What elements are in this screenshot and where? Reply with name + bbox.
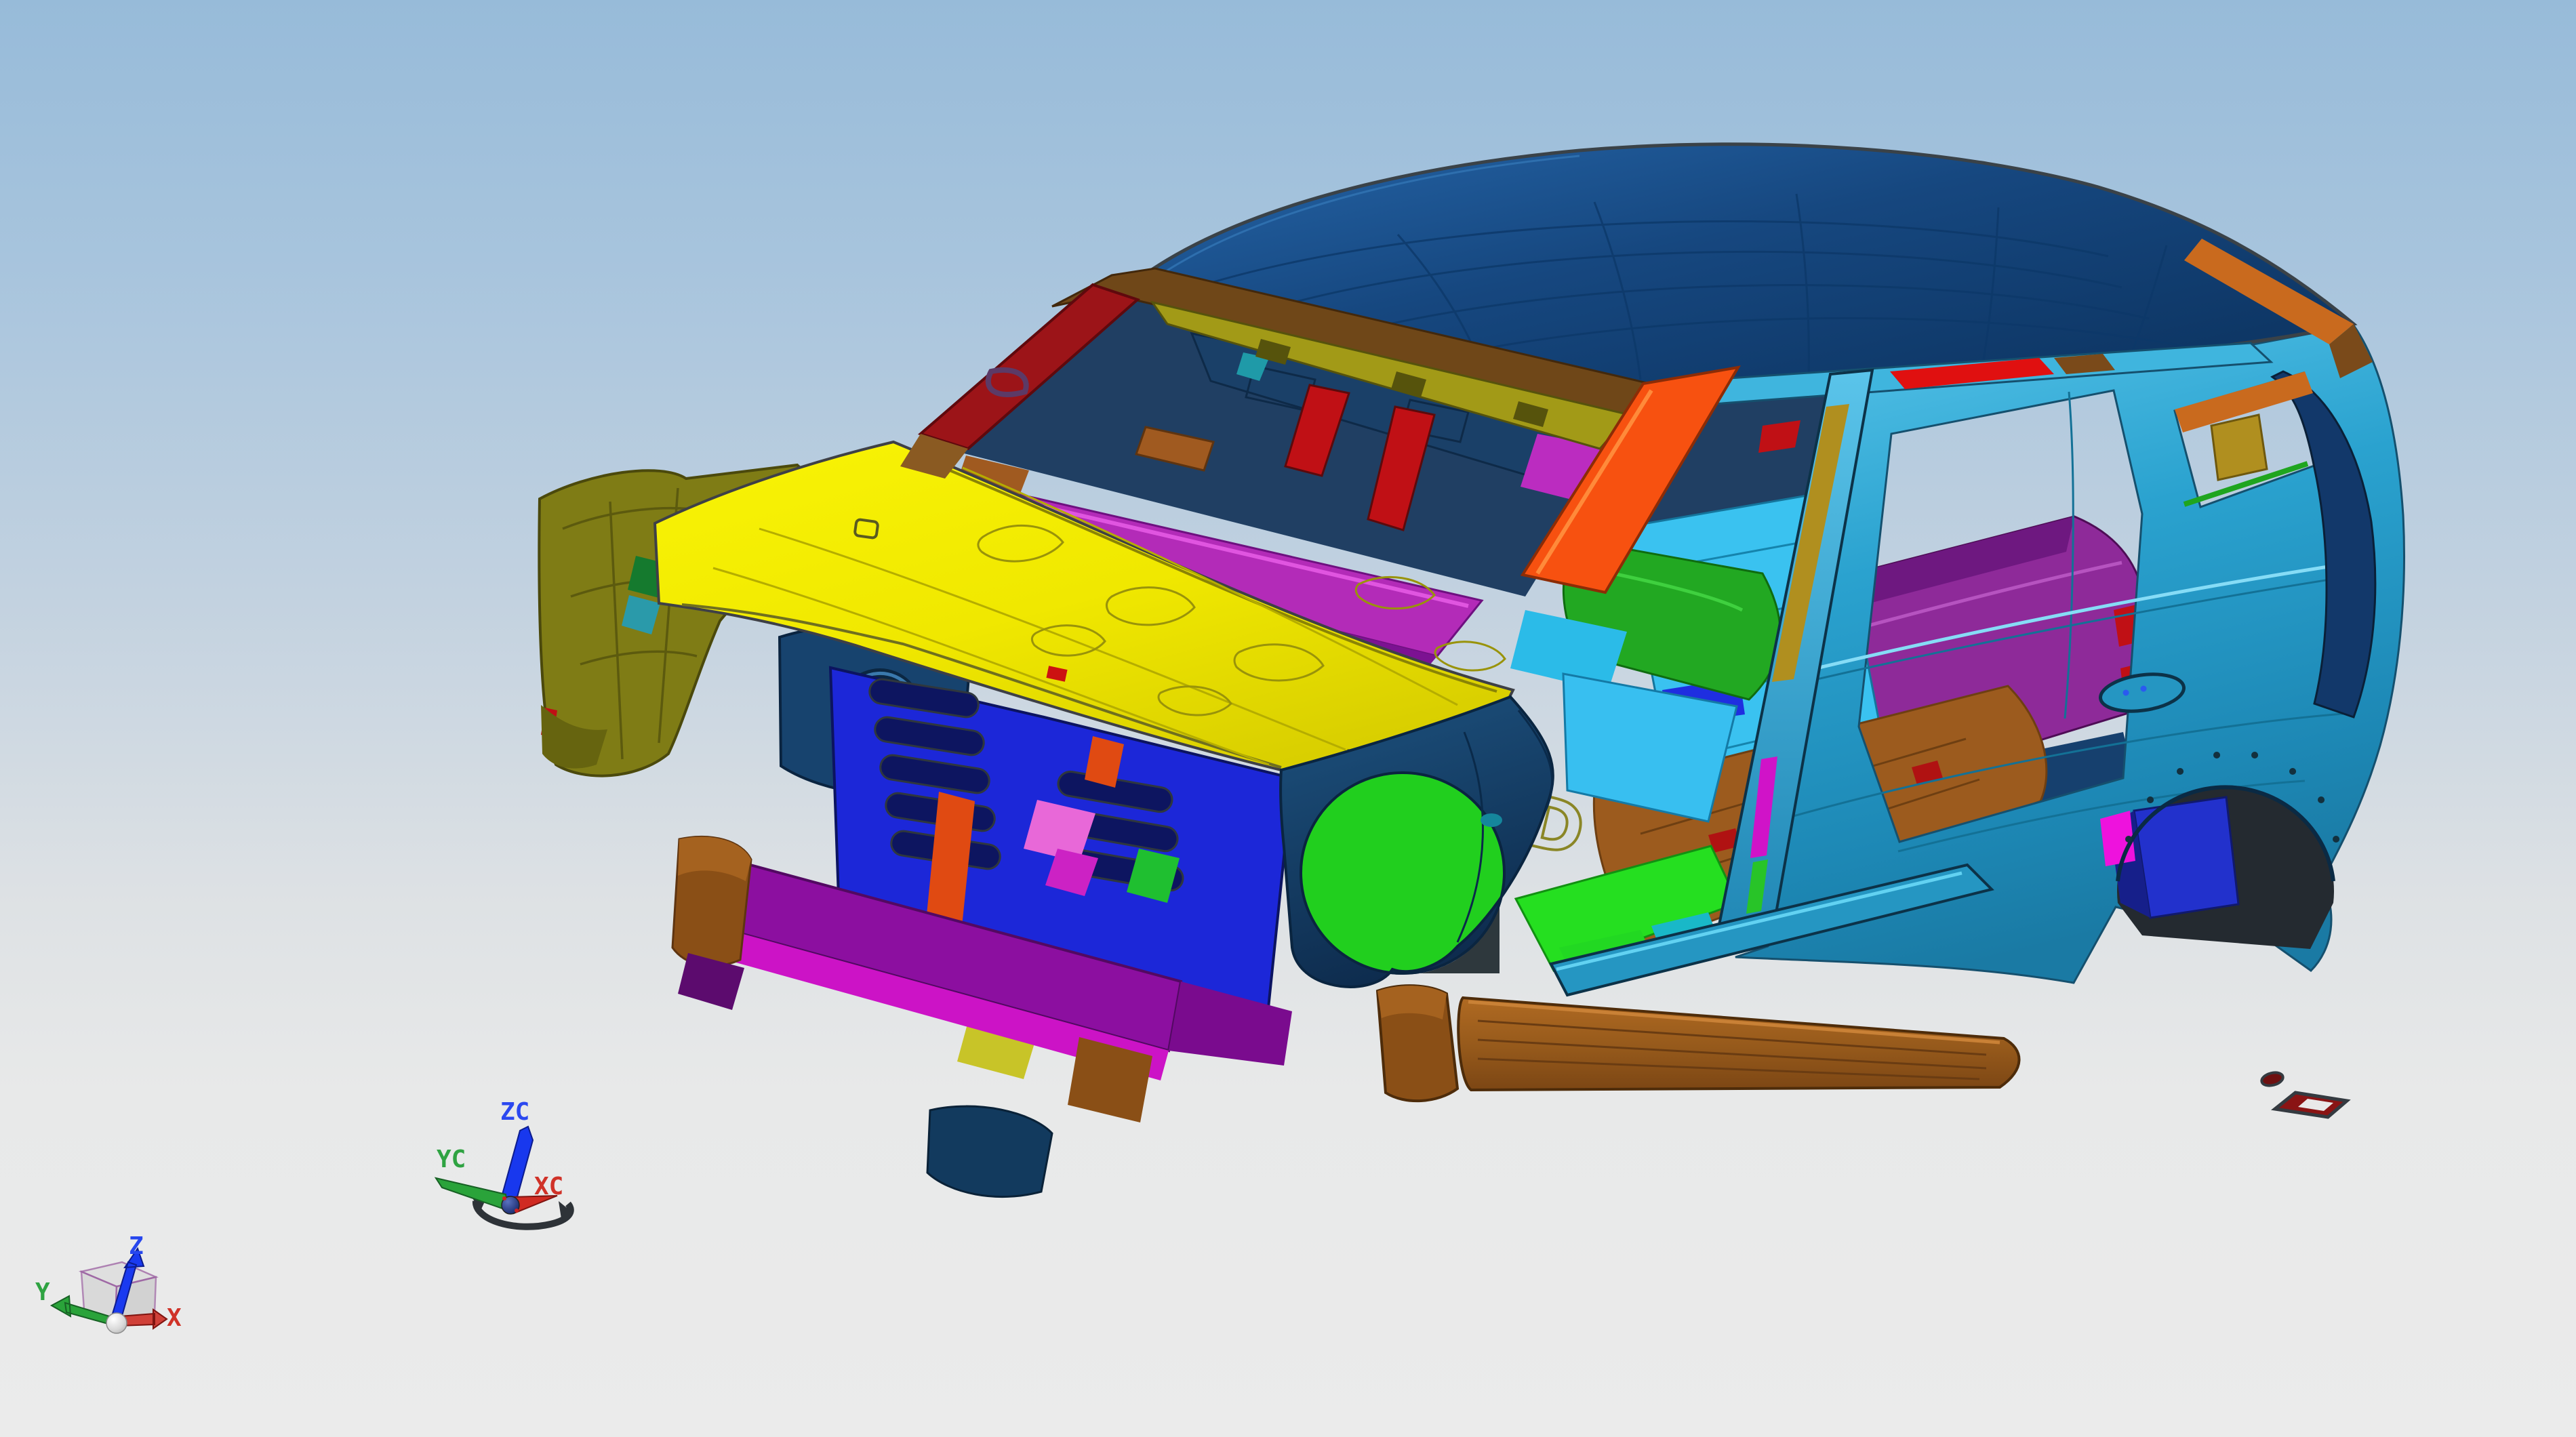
cad-scene-canvas[interactable]: FORD (0, 0, 2576, 1437)
cad-viewport[interactable]: FORD (0, 0, 2576, 1437)
wcs-triad[interactable]: ZC YC XC (436, 1098, 573, 1227)
wcs-z-label[interactable]: ZC (500, 1098, 529, 1126)
view-y-label[interactable]: Y (35, 1278, 50, 1306)
wcs-y-label[interactable]: YC (437, 1146, 466, 1173)
quarter-window-bracket-olive[interactable] (2211, 415, 2267, 480)
view-triad[interactable]: Z Y X (35, 1232, 182, 1333)
view-x-label[interactable]: X (167, 1304, 182, 1332)
bumper-bracket-navy[interactable] (927, 1106, 1052, 1197)
wcs-x-label[interactable]: XC (534, 1173, 563, 1200)
view-origin-ball[interactable] (106, 1313, 127, 1333)
floating-gasket-part[interactable] (2260, 1070, 2347, 1117)
gasket-blob[interactable] (2260, 1070, 2284, 1087)
view-z-label[interactable]: Z (129, 1232, 144, 1260)
fender-small-hole (1481, 813, 1502, 827)
wcs-y-axis-arrow[interactable] (436, 1178, 508, 1211)
